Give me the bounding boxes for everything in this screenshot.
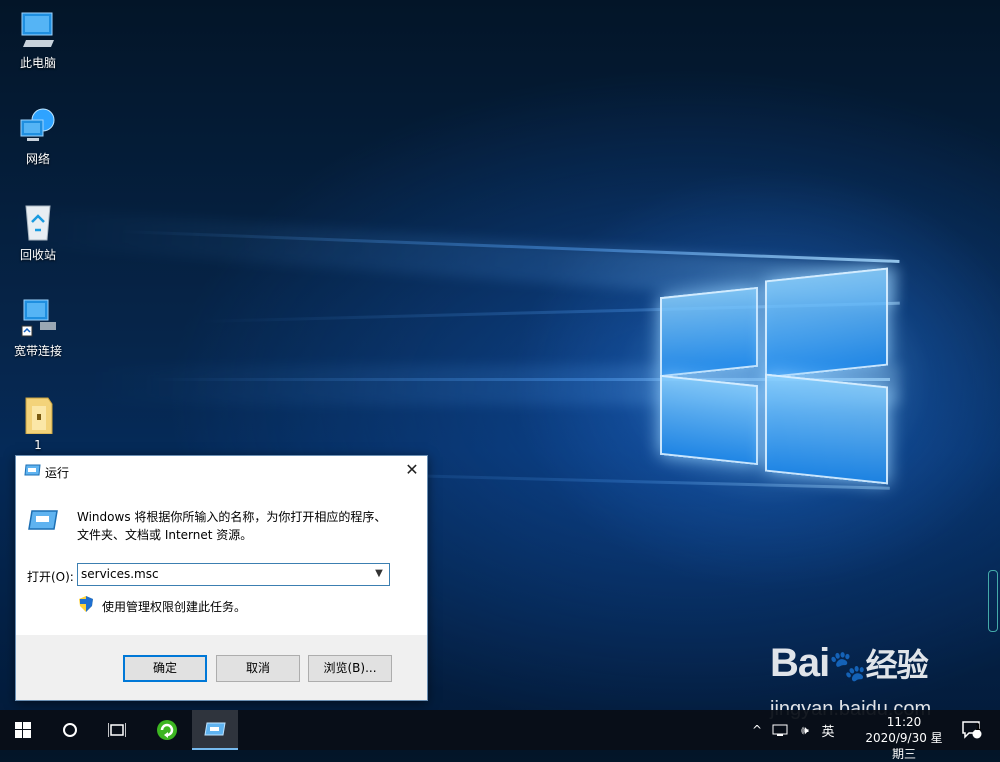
cortana-circle-icon xyxy=(63,723,77,737)
run-icon xyxy=(24,464,41,476)
dialog-footer: 确定 取消 浏览(B)... xyxy=(16,635,427,700)
folder-icon xyxy=(18,394,58,435)
clock[interactable]: 11:20 2020/9/30 星期三 xyxy=(864,714,944,762)
search-button[interactable] xyxy=(47,710,93,750)
admin-note: 使用管理权限创建此任务。 xyxy=(102,600,247,614)
show-hidden-icons-chevron[interactable]: ^ xyxy=(748,710,766,750)
wallpaper-windows-logo xyxy=(660,262,890,492)
desktop-icon-broadband[interactable]: 宽带连接 xyxy=(8,298,68,359)
desktop-icon-recycle-bin[interactable]: 回收站 xyxy=(8,202,68,263)
desktop-icon-folder[interactable]: 1 xyxy=(8,394,68,452)
watermark-brand: Bai xyxy=(770,641,830,685)
chevron-down-icon[interactable]: ▼ xyxy=(371,564,387,585)
open-label: 打开(O): xyxy=(27,570,74,584)
clock-time: 11:20 xyxy=(886,715,922,729)
desktop-icon-this-pc[interactable]: 此电脑 xyxy=(8,10,68,71)
taskbar: ^ 🕪 英 11:20 2020/9/30 星期三 1 xyxy=(0,710,1000,761)
run-program-icon xyxy=(28,508,58,532)
ok-button[interactable]: 确定 xyxy=(123,655,207,682)
dialog-description: Windows 将根据你所输入的名称，为你打开相应的程序、 文件夹、文档或 In… xyxy=(77,508,397,544)
close-button[interactable]: ✕ xyxy=(397,456,427,484)
baidu-watermark: Bai🐾经验 jingyan.baidu.com xyxy=(770,640,931,720)
this-pc-icon xyxy=(18,10,58,50)
decorative-capsule xyxy=(988,570,998,632)
broadband-connection-icon xyxy=(18,298,58,338)
desktop-icon-label: 网络 xyxy=(25,152,50,166)
taskbar-run-app[interactable] xyxy=(192,710,238,750)
network-tray-icon[interactable] xyxy=(770,710,790,750)
desktop-icon-label: 回收站 xyxy=(19,248,56,262)
browse-button[interactable]: 浏览(B)... xyxy=(308,655,392,682)
ime-indicator[interactable]: 英 xyxy=(818,710,838,750)
network-icon xyxy=(18,106,58,146)
desktop-icon-label: 1 xyxy=(34,438,42,452)
cancel-button[interactable]: 取消 xyxy=(216,655,300,682)
green-refresh-app-icon xyxy=(157,720,177,740)
start-button[interactable] xyxy=(0,710,46,750)
description-line: Windows 将根据你所输入的名称，为你打开相应的程序、 xyxy=(77,510,387,524)
dialog-title-bar[interactable]: 运行 ✕ xyxy=(16,456,427,486)
desktop-icon-label: 此电脑 xyxy=(19,56,56,70)
recycle-bin-icon xyxy=(18,202,58,242)
desktop-icon-network[interactable]: 网络 xyxy=(8,106,68,167)
watermark-brand-cn: 经验 xyxy=(865,647,929,683)
run-icon xyxy=(204,722,226,736)
task-view-icon xyxy=(108,723,126,737)
taskbar-app-360[interactable] xyxy=(144,710,190,750)
description-line: 文件夹、文档或 Internet 资源。 xyxy=(77,528,253,542)
task-view-button[interactable] xyxy=(94,710,140,750)
windows-start-icon xyxy=(15,722,31,738)
notification-center-button[interactable]: 1 xyxy=(950,710,994,750)
open-combobox[interactable]: ▼ xyxy=(77,563,390,586)
paw-icon: 🐾 xyxy=(829,650,866,683)
notification-count: 1 xyxy=(975,723,982,733)
desktop-icon-label: 宽带连接 xyxy=(13,344,62,358)
dialog-title: 运行 xyxy=(45,466,70,480)
run-dialog: 运行 ✕ Windows 将根据你所输入的名称，为你打开相应的程序、 文件夹、文… xyxy=(15,455,428,701)
uac-shield-icon xyxy=(79,596,93,612)
clock-date: 2020/9/30 星期三 xyxy=(865,731,943,761)
close-icon: ✕ xyxy=(405,460,419,479)
volume-icon[interactable]: 🕪 xyxy=(794,710,816,750)
run-command-input[interactable] xyxy=(81,566,361,582)
